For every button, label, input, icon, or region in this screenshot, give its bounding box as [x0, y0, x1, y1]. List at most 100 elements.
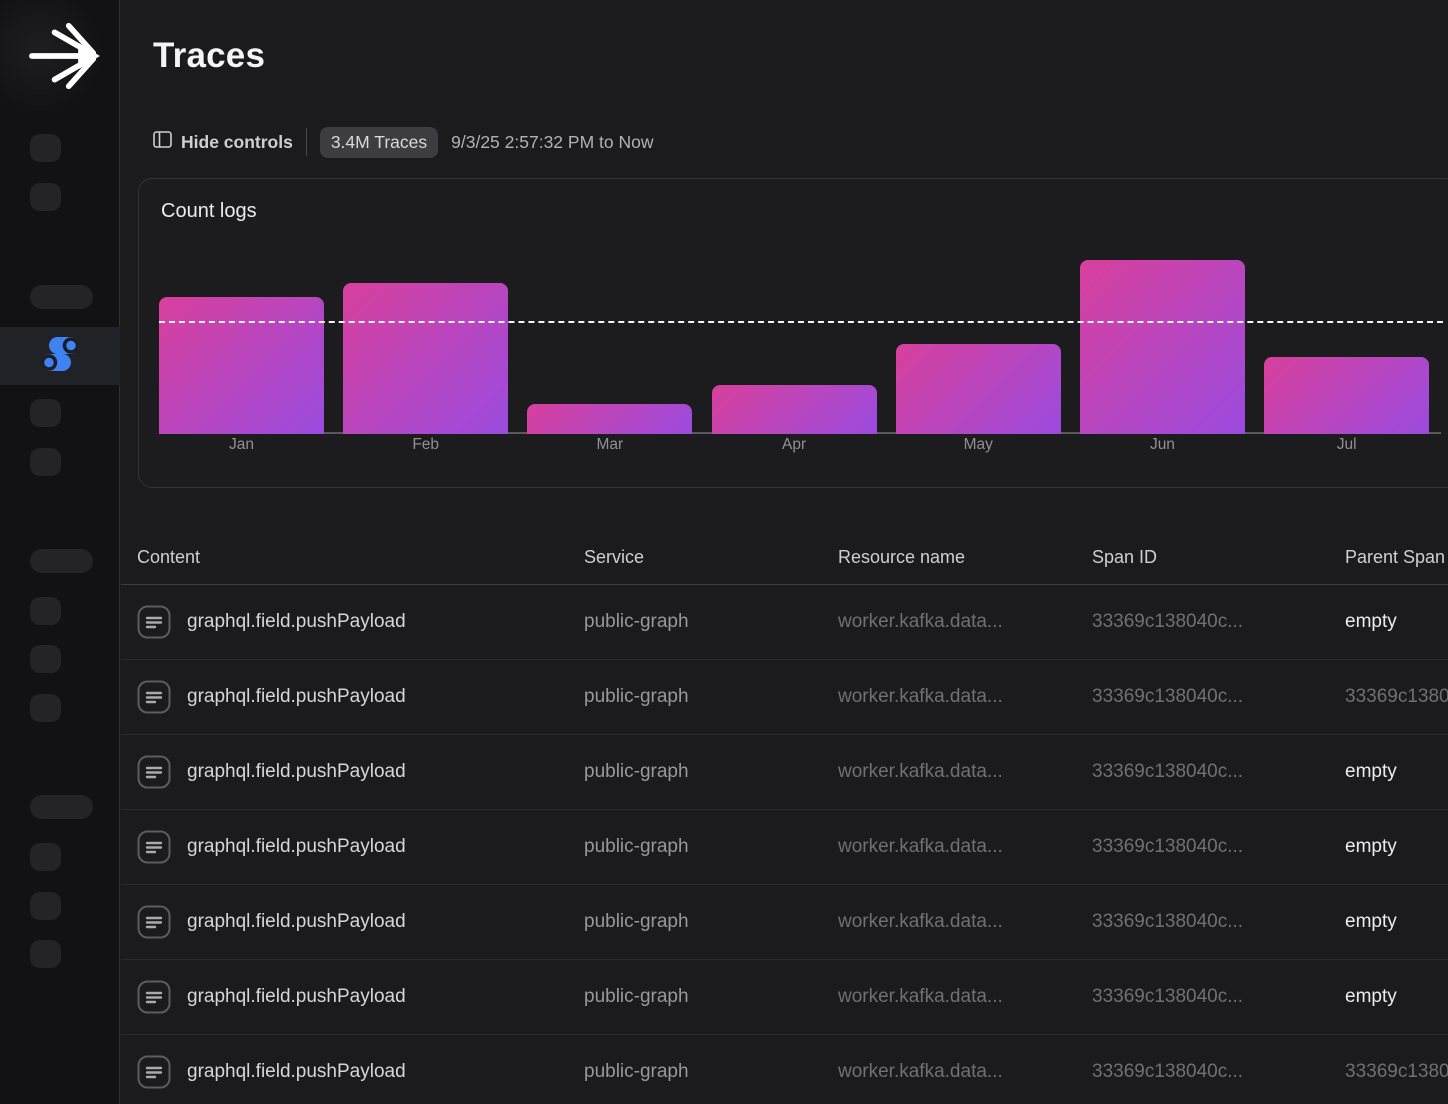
sidebar-item-placeholder[interactable]	[30, 134, 61, 162]
bar-apr[interactable]	[712, 385, 877, 434]
sidebar-item-placeholder[interactable]	[30, 795, 93, 819]
cell-span-id: 33369c138040c...	[1092, 686, 1345, 708]
cell-content: graphql.field.pushPayload	[121, 905, 584, 939]
cell-parent-span-id: empty	[1345, 986, 1448, 1008]
cell-span-id: 33369c138040c...	[1092, 1061, 1345, 1083]
cell-service: public-graph	[584, 836, 838, 858]
chart-title: Count logs	[161, 200, 1448, 223]
cell-service: public-graph	[584, 611, 838, 633]
bar-chart	[139, 241, 1448, 434]
toggles-icon	[38, 332, 82, 381]
hide-controls-label: Hide controls	[181, 132, 293, 153]
sidebar-item-placeholder[interactable]	[30, 694, 61, 722]
cell-resource-name: worker.kafka.data...	[838, 611, 1092, 633]
log-lines-icon	[137, 905, 171, 939]
average-dashed-line	[159, 321, 1443, 323]
cell-span-id: 33369c138040c...	[1092, 761, 1345, 783]
sidebar-item-placeholder[interactable]	[30, 399, 61, 427]
log-lines-icon	[137, 1055, 171, 1089]
cell-service: public-graph	[584, 911, 838, 933]
sidebar-item-placeholder[interactable]	[30, 645, 61, 673]
column-header-parent-span-id[interactable]: Parent Span ID	[1345, 547, 1448, 568]
cell-content: graphql.field.pushPayload	[121, 605, 584, 639]
cell-content: graphql.field.pushPayload	[121, 980, 584, 1014]
trace-count-badge[interactable]: 3.4M Traces	[320, 127, 438, 158]
cell-parent-span-id: empty	[1345, 611, 1448, 633]
log-lines-icon	[137, 680, 171, 714]
bar-mar[interactable]	[527, 404, 692, 434]
time-range-label[interactable]: 9/3/25 2:57:32 PM to Now	[451, 132, 653, 153]
cell-service: public-graph	[584, 986, 838, 1008]
x-tick-label: Jul	[1264, 436, 1429, 454]
log-lines-icon	[137, 605, 171, 639]
sidebar-item-placeholder[interactable]	[30, 549, 93, 573]
panel-left-icon	[153, 131, 172, 153]
cell-parent-span-id: empty	[1345, 911, 1448, 933]
x-tick-label: May	[896, 436, 1061, 454]
cell-content: graphql.field.pushPayload	[121, 1055, 584, 1089]
cell-service: public-graph	[584, 686, 838, 708]
table-row[interactable]: graphql.field.pushPayloadpublic-graphwor…	[121, 885, 1448, 960]
sidebar-item-placeholder[interactable]	[30, 940, 61, 968]
sidebar	[0, 0, 120, 1104]
x-tick-label: Feb	[343, 436, 508, 454]
traces-table: ContentServiceResource nameSpan IDParent…	[121, 530, 1448, 1104]
table-row[interactable]: graphql.field.pushPayloadpublic-graphwor…	[121, 660, 1448, 735]
bar-jan[interactable]	[159, 297, 324, 434]
cell-span-id: 33369c138040c...	[1092, 986, 1345, 1008]
sidebar-item-placeholder[interactable]	[30, 183, 61, 211]
page-title: Traces	[153, 36, 265, 76]
cell-resource-name: worker.kafka.data...	[838, 986, 1092, 1008]
table-row[interactable]: graphql.field.pushPayloadpublic-graphwor…	[121, 735, 1448, 810]
bar-feb[interactable]	[343, 283, 508, 434]
cell-content: graphql.field.pushPayload	[121, 680, 584, 714]
bar-jun[interactable]	[1080, 260, 1245, 434]
sidebar-item-placeholder[interactable]	[30, 448, 61, 476]
sidebar-item-placeholder[interactable]	[30, 843, 61, 871]
x-tick-label: Jun	[1080, 436, 1245, 454]
cell-parent-span-id: empty	[1345, 836, 1448, 858]
app-logo-arrow-icon[interactable]	[26, 22, 102, 90]
table-row[interactable]: graphql.field.pushPayloadpublic-graphwor…	[121, 960, 1448, 1035]
table-body: graphql.field.pushPayloadpublic-graphwor…	[121, 585, 1448, 1104]
cell-resource-name: worker.kafka.data...	[838, 836, 1092, 858]
column-header-resource-name[interactable]: Resource name	[838, 547, 1092, 568]
main-content: Traces Hide controls 3.4M Traces 9/3/25 …	[121, 0, 1448, 1104]
column-header-span-id[interactable]: Span ID	[1092, 547, 1345, 568]
table-row[interactable]: graphql.field.pushPayloadpublic-graphwor…	[121, 1035, 1448, 1104]
cell-content: graphql.field.pushPayload	[121, 755, 584, 789]
x-axis-labels: Jan Feb Mar Apr May Jun Jul	[159, 436, 1429, 454]
table-header-row: ContentServiceResource nameSpan IDParent…	[121, 530, 1448, 585]
cell-content: graphql.field.pushPayload	[121, 830, 584, 864]
sidebar-item-active[interactable]	[0, 327, 120, 385]
column-header-service[interactable]: Service	[584, 547, 838, 568]
cell-span-id: 33369c138040c...	[1092, 611, 1345, 633]
sidebar-item-placeholder[interactable]	[30, 597, 61, 625]
cell-service: public-graph	[584, 761, 838, 783]
cell-resource-name: worker.kafka.data...	[838, 1061, 1092, 1083]
cell-parent-span-id: 33369c138040c...	[1345, 1061, 1448, 1083]
controls-divider	[306, 128, 307, 156]
bars-group	[159, 260, 1429, 434]
cell-resource-name: worker.kafka.data...	[838, 761, 1092, 783]
hide-controls-button[interactable]: Hide controls	[153, 131, 293, 153]
table-row[interactable]: graphql.field.pushPayloadpublic-graphwor…	[121, 810, 1448, 885]
sidebar-item-placeholder[interactable]	[30, 892, 61, 920]
x-tick-label: Apr	[712, 436, 877, 454]
cell-parent-span-id: empty	[1345, 761, 1448, 783]
controls-bar: Hide controls 3.4M Traces 9/3/25 2:57:32…	[153, 124, 653, 160]
column-header-content[interactable]: Content	[121, 547, 584, 568]
log-lines-icon	[137, 755, 171, 789]
sidebar-item-placeholder[interactable]	[30, 285, 93, 309]
cell-resource-name: worker.kafka.data...	[838, 911, 1092, 933]
bar-may[interactable]	[896, 344, 1061, 434]
table-row[interactable]: graphql.field.pushPayloadpublic-graphwor…	[121, 585, 1448, 660]
cell-resource-name: worker.kafka.data...	[838, 686, 1092, 708]
bar-jul[interactable]	[1264, 357, 1429, 434]
x-tick-label: Jan	[159, 436, 324, 454]
cell-service: public-graph	[584, 1061, 838, 1083]
log-lines-icon	[137, 830, 171, 864]
cell-span-id: 33369c138040c...	[1092, 911, 1345, 933]
cell-parent-span-id: 33369c138040c...	[1345, 686, 1448, 708]
x-tick-label: Mar	[527, 436, 692, 454]
